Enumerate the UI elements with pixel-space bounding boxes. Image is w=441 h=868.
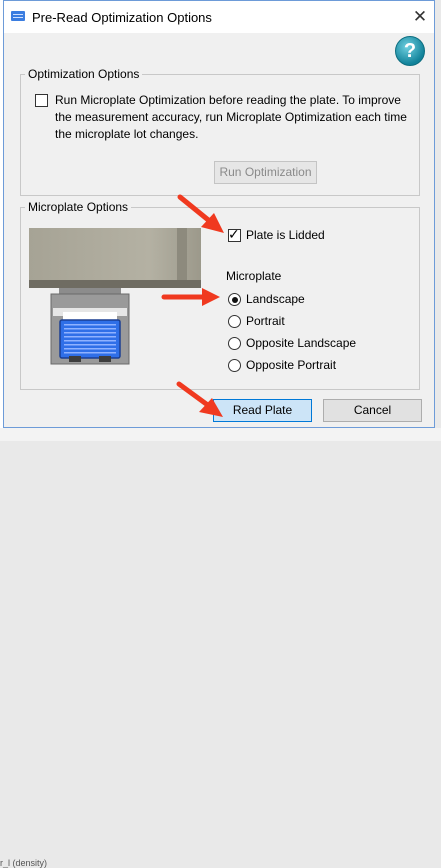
- arrow-icon: [161, 288, 220, 306]
- optimization-options-group: Optimization Options Run Microplate Opti…: [20, 67, 420, 196]
- dialog-title: Pre-Read Optimization Options: [32, 10, 212, 25]
- plate-is-lidded-label: Plate is Lidded: [246, 228, 325, 242]
- radio-selected-dot: [231, 296, 238, 303]
- radio-opposite-portrait-label: Opposite Portrait: [246, 358, 337, 372]
- optimization-description-line3: the microplate lot changes.: [55, 127, 199, 141]
- radio-opposite-landscape[interactable]: [228, 337, 241, 350]
- run-optimization-button[interactable]: Run Optimization: [214, 161, 317, 184]
- arrow-icon: [176, 381, 223, 417]
- radio-portrait-label: Portrait: [246, 314, 285, 328]
- radio-opposite-portrait[interactable]: [228, 359, 241, 372]
- run-optimization-checkbox[interactable]: [35, 94, 48, 107]
- arrow-icon: [177, 194, 224, 233]
- close-icon[interactable]: ✕: [410, 7, 430, 27]
- app-icon: [11, 11, 25, 21]
- radio-portrait[interactable]: [228, 315, 241, 328]
- optimization-description-line2: the measurement accuracy, run Microplate…: [55, 110, 407, 124]
- optimization-description-line1: Run Microplate Optimization before readi…: [55, 93, 401, 107]
- read-plate-button[interactable]: Read Plate: [213, 399, 312, 422]
- radio-landscape[interactable]: [228, 293, 241, 306]
- plate-is-lidded-checkbox[interactable]: ✓: [228, 226, 241, 242]
- radio-landscape-label: Landscape: [246, 292, 305, 306]
- title-bar: Pre-Read Optimization Options ✕: [4, 1, 434, 33]
- optimization-group-label: Optimization Options: [25, 67, 143, 81]
- microplate-orientation-label: Microplate: [226, 269, 282, 283]
- microplate-group-label: Microplate Options: [25, 200, 132, 214]
- radio-opposite-landscape-label: Opposite Landscape: [246, 336, 357, 350]
- background-text: r_l (density): [0, 858, 48, 868]
- checkmark-icon: ✓: [228, 226, 240, 242]
- background-strip: r_l (density): [0, 428, 441, 868]
- cancel-button[interactable]: Cancel: [323, 399, 422, 422]
- help-icon[interactable]: ?: [395, 36, 425, 66]
